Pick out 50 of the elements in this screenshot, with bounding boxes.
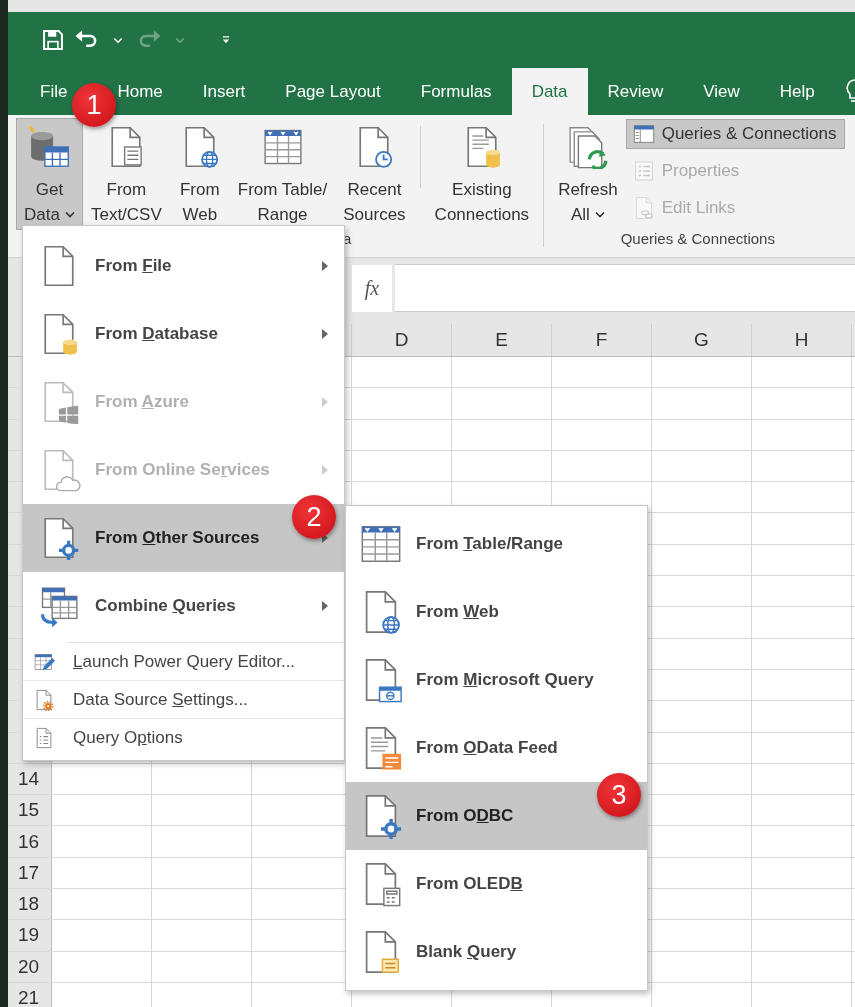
step-badge: 2 <box>292 495 336 539</box>
row-header[interactable]: 15 <box>8 795 52 826</box>
row-header[interactable]: 18 <box>8 889 52 920</box>
gear-icon <box>33 688 55 711</box>
column-header[interactable]: E <box>452 324 552 356</box>
ribbon-button[interactable]: Queries & Connections <box>625 119 846 149</box>
menu-item[interactable]: Combine Queries <box>23 572 344 640</box>
row-header[interactable]: 19 <box>8 920 52 951</box>
menu-item[interactable]: From Web <box>346 578 647 646</box>
ribbon-tab[interactable]: Review <box>607 81 664 102</box>
menu-item[interactable]: From Table/Range <box>346 510 647 578</box>
ribbon-tab[interactable]: File <box>40 81 68 102</box>
function-button[interactable]: fx <box>352 265 392 312</box>
ribbon-tab[interactable]: Page Layout <box>285 81 381 102</box>
row-header[interactable]: 17 <box>8 857 52 889</box>
ribbon-tab[interactable]: Home <box>117 81 163 102</box>
menu-item[interactable]: Query Options <box>23 718 344 756</box>
panel-icon <box>631 122 656 146</box>
menu-item[interactable]: From OLEDB <box>346 850 647 918</box>
ribbon-tab[interactable]: View <box>703 81 740 102</box>
ribbon-button[interactable]: Get Data <box>16 118 83 230</box>
column-header[interactable]: D <box>352 324 452 356</box>
column-header[interactable]: H <box>752 324 852 356</box>
row-header[interactable]: 16 <box>8 826 52 857</box>
ribbon-tab[interactable]: Help <box>779 81 815 102</box>
menu-item[interactable]: Launch Power Query Editor... <box>23 643 344 680</box>
row-header[interactable]: 21 <box>8 982 52 1007</box>
menu-item[interactable]: Blank Query <box>346 918 647 986</box>
ribbon-button[interactable]: From Web <box>169 118 230 230</box>
column-header[interactable]: F <box>552 324 652 356</box>
ribbon-button[interactable]: From Table/ Range <box>229 118 336 230</box>
group-label: Queries & Connections <box>619 230 776 247</box>
step-badge: 3 <box>597 773 641 817</box>
menu-item[interactable]: Data Source Settings... <box>23 680 344 718</box>
column-header[interactable]: G <box>652 324 752 356</box>
ribbon-tab[interactable]: Insert <box>202 81 246 102</box>
menu-item[interactable]: From File <box>23 232 344 300</box>
row-header[interactable]: 14 <box>8 763 52 795</box>
list-icon <box>33 726 55 749</box>
ribbon-tab[interactable]: Data <box>511 68 588 115</box>
row-header[interactable]: 20 <box>8 951 52 982</box>
menu-item[interactable]: From Database <box>23 300 344 368</box>
database-icon <box>27 125 72 169</box>
save-icon[interactable] <box>40 27 66 53</box>
ribbon-button[interactable]: Refresh All <box>550 118 626 230</box>
ribbon-tab[interactable]: Formulas <box>420 81 492 102</box>
formula-field[interactable] <box>395 264 855 312</box>
ribbon-button[interactable]: Existing Connections <box>426 118 538 230</box>
ribbon-button[interactable]: Recent Sources <box>335 118 414 230</box>
menu-item[interactable]: From Microsoft Query <box>346 646 647 714</box>
